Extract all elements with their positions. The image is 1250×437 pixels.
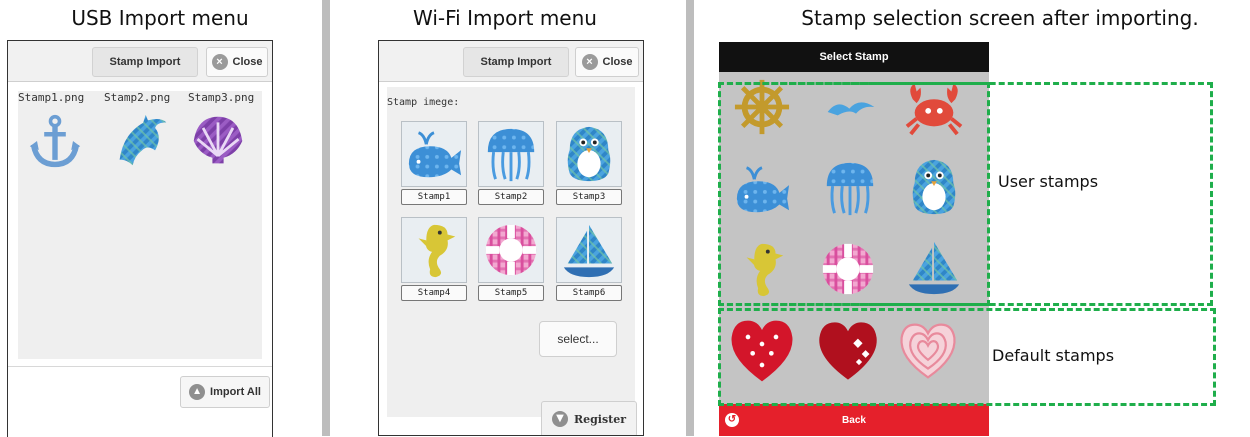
stamp-thumbnail[interactable] [478, 121, 544, 187]
anchor-icon[interactable] [28, 113, 82, 169]
stamp-thumbnail[interactable] [401, 121, 467, 187]
back-button[interactable]: ↺ Back [719, 404, 989, 436]
usb-caption: USB Import menu [71, 6, 249, 30]
stamp-name-button[interactable]: Stamp1 [401, 189, 467, 205]
arrow-down-icon: ▼ [551, 411, 568, 427]
stamp-thumbnail[interactable] [478, 217, 544, 283]
wifi-import-panel: Stamp Import × Close Stamp imege: Stamp1… [378, 40, 644, 436]
wifi-close-label: Close [602, 56, 633, 68]
penguin-icon [560, 125, 618, 183]
stamp-thumbnail[interactable] [401, 217, 467, 283]
shell-icon[interactable] [190, 113, 246, 169]
user-stamps-label: User stamps [998, 172, 1099, 191]
stamp-thumbnail[interactable] [556, 217, 622, 283]
usb-footer-divider [8, 366, 272, 367]
stamp-thumbnail[interactable] [556, 121, 622, 187]
close-icon: × [581, 54, 598, 70]
seahorse-icon [405, 221, 463, 279]
back-arrow-icon: ↺ [725, 413, 739, 427]
wifi-close-button[interactable]: × Close [575, 47, 639, 77]
usb-tab-stamp-import[interactable]: Stamp Import [92, 47, 198, 77]
stamp-name-button[interactable]: Stamp3 [556, 189, 622, 205]
default-stamps-label: Default stamps [992, 346, 1115, 365]
back-label: Back [842, 414, 866, 426]
select-stamp-title: Select Stamp [719, 42, 989, 72]
usb-close-label: Close [232, 56, 263, 68]
usb-file-name: Stamp3.png [188, 91, 255, 104]
selection-caption: Stamp selection screen after importing. [801, 6, 1199, 30]
wifi-tab-stamp-import[interactable]: Stamp Import [463, 47, 569, 77]
usb-import-panel: Stamp Import × Close Stamp1.png Stamp2.p… [7, 40, 273, 437]
usb-file-name: Stamp1.png [18, 91, 85, 104]
usb-header: Stamp Import × Close [8, 41, 272, 82]
stamp-name-button[interactable]: Stamp5 [478, 285, 544, 301]
usb-close-button[interactable]: × Close [206, 47, 268, 77]
register-label: Register [573, 412, 627, 426]
default-stamps-highlight [718, 308, 1216, 406]
separator-2 [686, 0, 694, 436]
wifi-header: Stamp Import × Close [379, 41, 643, 82]
import-all-label: Import All [210, 386, 261, 398]
user-stamps-highlight-extension [718, 82, 1213, 306]
whale-icon [405, 125, 463, 183]
separator-1 [322, 0, 330, 436]
register-button[interactable]: ▼ Register [541, 401, 637, 435]
usb-file-name: Stamp2.png [104, 91, 171, 104]
stamp-name-button[interactable]: Stamp4 [401, 285, 467, 301]
dolphin-icon[interactable] [114, 111, 170, 171]
select-button[interactable]: select... [539, 321, 617, 357]
sailboat-icon [560, 221, 618, 279]
arrow-up-icon: ▲ [189, 384, 206, 400]
wifi-caption: Wi-Fi Import menu [413, 6, 597, 30]
lifebuoy-icon [482, 221, 540, 279]
stamp-name-button[interactable]: Stamp6 [556, 285, 622, 301]
import-all-button[interactable]: ▲ Import All [180, 376, 270, 408]
stamp-name-button[interactable]: Stamp2 [478, 189, 544, 205]
close-icon: × [211, 54, 228, 70]
jellyfish-icon [482, 125, 540, 183]
stamp-image-label: Stamp imege: [387, 97, 460, 108]
